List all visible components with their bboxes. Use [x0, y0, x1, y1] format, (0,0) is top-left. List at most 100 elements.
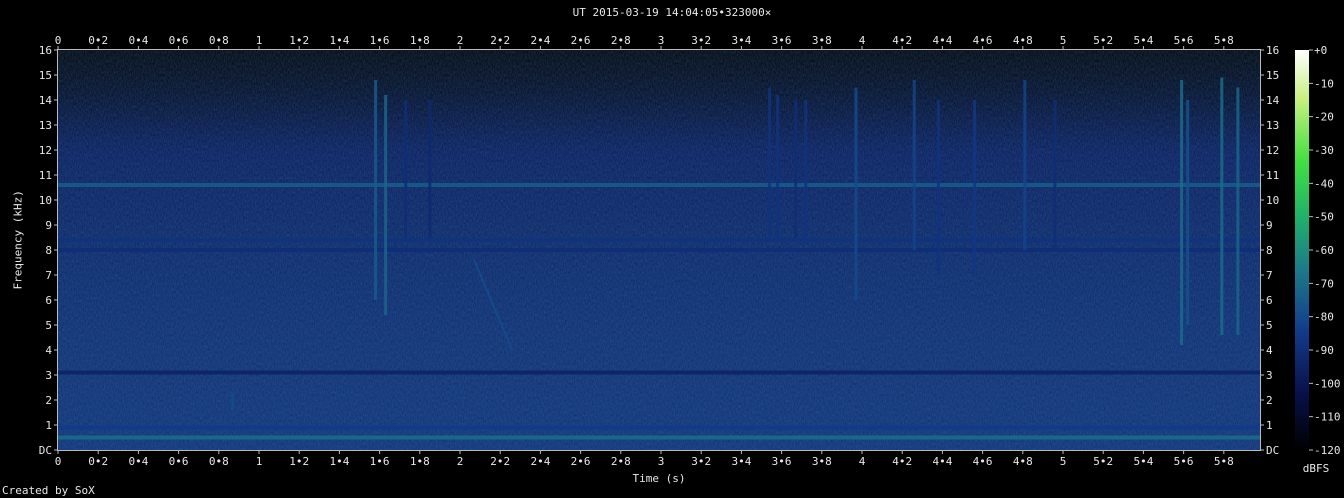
x-tick-label: 1 — [256, 34, 263, 47]
y-tick-label: 16 — [39, 44, 52, 57]
horizontal-tone-line — [58, 425, 1260, 430]
chart-title: UT 2015-03-19 14:04:05•323000× — [572, 6, 772, 19]
y-tick-label: DC — [1266, 444, 1279, 457]
x-tick-label: 4•6 — [973, 455, 993, 468]
x-tick-label: 5•8 — [1214, 455, 1234, 468]
x-tick-label: 5•4 — [1133, 455, 1153, 468]
x-tick-label: 2•2 — [490, 34, 510, 47]
x-tick-label: 0•2 — [88, 455, 108, 468]
y-tick-label: 10 — [1266, 194, 1279, 207]
horizontal-tone-line — [58, 248, 1260, 252]
x-tick-label: 3•8 — [812, 455, 832, 468]
colorbar-tick-label: -60 — [1314, 244, 1334, 257]
vertical-burst — [1023, 80, 1027, 250]
x-tick-label: 3•8 — [812, 34, 832, 47]
x-tick-label: 2 — [457, 34, 464, 47]
y-tick-label: 9 — [45, 219, 52, 232]
x-tick-label: 3•4 — [731, 455, 751, 468]
vertical-burst — [912, 80, 916, 250]
x-tick-label: 2•2 — [490, 455, 510, 468]
x-tick-label: 3 — [658, 34, 665, 47]
x-tick-label: 5•8 — [1214, 34, 1234, 47]
short-burst — [231, 392, 235, 410]
colorbar-axis: +0 -10 -20 -30 -40 -50 -60 -70 -80 -90 -100 -110 -12… — [1309, 44, 1341, 457]
x-tick-label: 2•8 — [611, 455, 631, 468]
colorbar-tick-label: -100 — [1314, 377, 1341, 390]
x-tick-label: 1•8 — [410, 455, 430, 468]
colorbar-tick-label: -50 — [1314, 211, 1334, 224]
colorbar — [1295, 50, 1309, 450]
horizontal-tone-line — [58, 370, 1260, 375]
y-tick-label: DC — [39, 444, 52, 457]
x-tick-label: 1•8 — [410, 34, 430, 47]
x-tick-label: 5•6 — [1174, 455, 1194, 468]
y-tick-label: 6 — [1266, 294, 1273, 307]
vertical-burst — [428, 100, 432, 238]
x-tick-label: 3•4 — [731, 34, 751, 47]
x-axis-label: Time (s) — [632, 472, 686, 485]
vertical-burst — [936, 100, 940, 275]
x-tick-label: 0•8 — [209, 34, 229, 47]
x-tick-label: 5 — [1060, 34, 1067, 47]
y-tick-label: 14 — [39, 94, 53, 107]
colorbar-unit-label: dBFS — [1302, 462, 1330, 475]
vertical-burst — [973, 100, 977, 275]
y-tick-label: 15 — [39, 69, 52, 82]
vertical-burst — [404, 100, 408, 238]
x-tick-label: 4•8 — [1013, 34, 1033, 47]
colorbar-tick-label: -70 — [1314, 277, 1334, 290]
vertical-burst — [1220, 77, 1224, 335]
x-tick-label: 0 — [55, 34, 62, 47]
x-tick-label: 0•4 — [128, 34, 148, 47]
x-tick-label: 0 — [55, 455, 62, 468]
colorbar-tick-label: -110 — [1314, 411, 1341, 424]
y-tick-label: 13 — [39, 119, 52, 132]
x-tick-label: 1•4 — [329, 34, 349, 47]
x-tick-label: 3•2 — [691, 455, 711, 468]
x-tick-label: 0•4 — [128, 455, 148, 468]
vertical-burst — [374, 80, 378, 300]
vertical-burst — [776, 95, 780, 238]
x-tick-label: 2•4 — [530, 455, 550, 468]
x-tick-label: 5•2 — [1093, 34, 1113, 47]
x-tick-label: 4•2 — [892, 34, 912, 47]
y-tick-label: 16 — [1266, 44, 1279, 57]
x-tick-label: 1•6 — [370, 34, 390, 47]
vertical-burst — [1053, 100, 1057, 250]
y-tick-label: 5 — [1266, 319, 1273, 332]
y-tick-label: 12 — [1266, 144, 1279, 157]
vertical-burst — [1186, 100, 1190, 325]
y-tick-label: 1 — [45, 419, 52, 432]
y-tick-label: 3 — [1266, 369, 1273, 382]
y-tick-label: 5 — [45, 319, 52, 332]
x-tick-label: 0•6 — [169, 455, 189, 468]
y-tick-label: 11 — [1266, 169, 1279, 182]
colorbar-tick-label: -10 — [1314, 77, 1334, 90]
x-tick-label: 2•6 — [571, 455, 591, 468]
vertical-burst — [804, 100, 808, 238]
x-tick-label: 0•6 — [169, 34, 189, 47]
x-tick-label: 4•4 — [932, 455, 952, 468]
y-tick-label: 7 — [1266, 269, 1273, 282]
spectrogram-chart: 000•20•20•40•40•60•60•80•8111•21•21•41•4… — [39, 34, 1341, 468]
x-tick-label: 1•2 — [289, 455, 309, 468]
y-tick-label: 10 — [39, 194, 52, 207]
x-tick-label: 3•2 — [691, 34, 711, 47]
x-tick-label: 1•4 — [329, 455, 349, 468]
x-tick-label: 5 — [1060, 455, 1067, 468]
horizontal-tone-line — [58, 183, 1260, 187]
y-axis-label: Frequency (kHz) — [11, 190, 25, 290]
y-tick-label: 12 — [39, 144, 52, 157]
vertical-burst — [384, 95, 388, 315]
vertical-burst — [1236, 87, 1240, 335]
y-tick-label: 2 — [1266, 394, 1273, 407]
y-tick-label: 2 — [45, 394, 52, 407]
x-tick-label: 1•2 — [289, 34, 309, 47]
colorbar-tick-label: -40 — [1314, 177, 1334, 190]
vertical-burst — [794, 100, 798, 238]
colorbar-tick-label: -20 — [1314, 111, 1334, 124]
x-tick-label: 2•4 — [530, 34, 550, 47]
x-tick-label: 3•6 — [772, 34, 792, 47]
horizontal-tone-line — [58, 238, 1260, 242]
x-tick-label: 2•8 — [611, 34, 631, 47]
